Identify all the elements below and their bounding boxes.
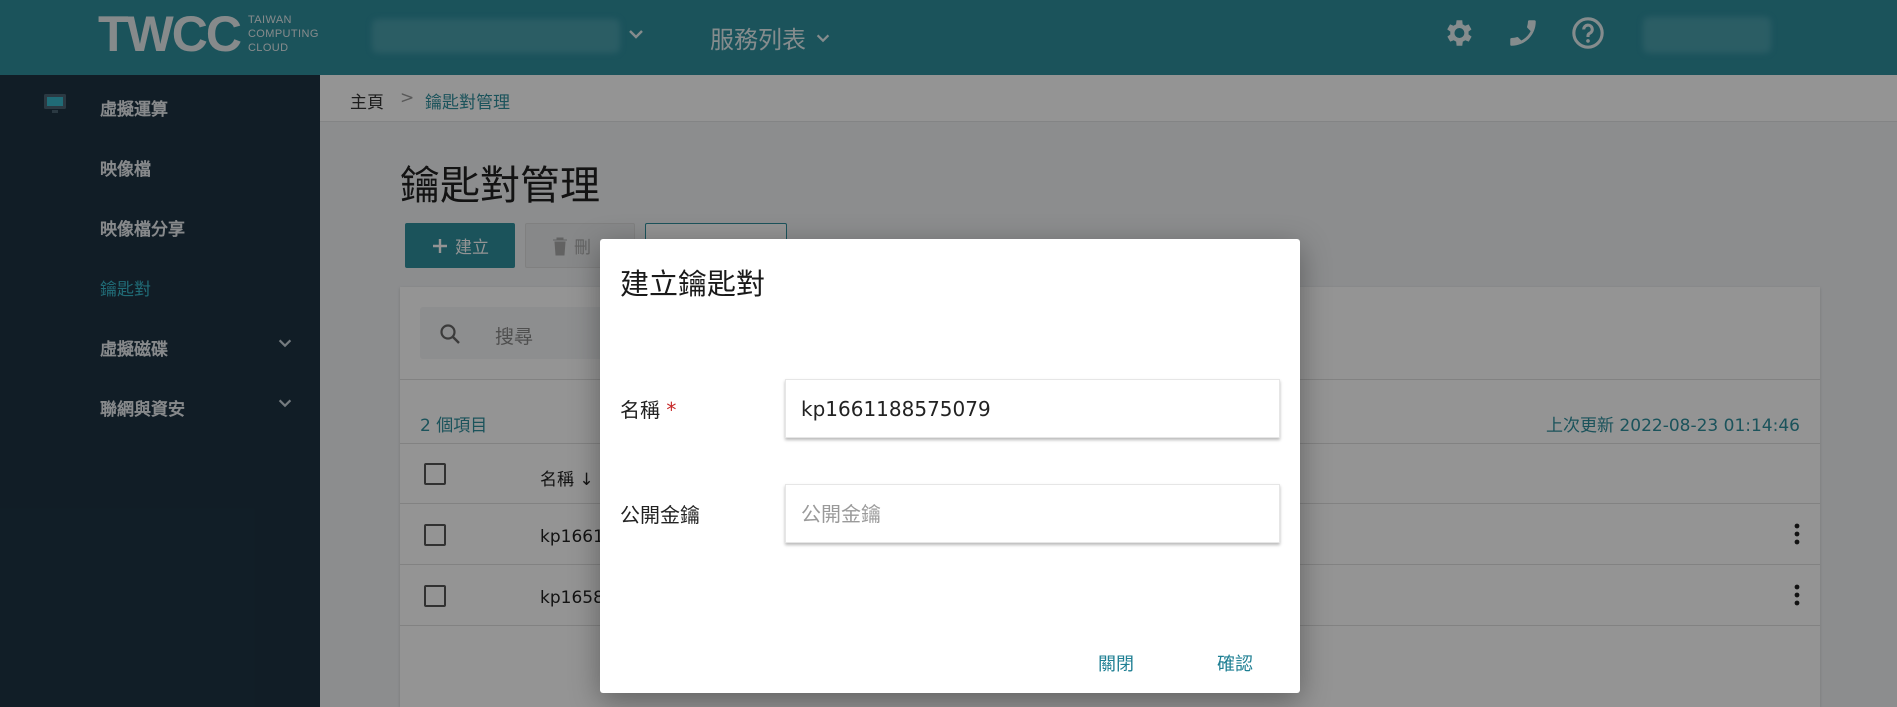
- name-label: 名稱 *: [620, 398, 677, 422]
- close-button[interactable]: 關閉: [1098, 650, 1134, 676]
- create-keypair-dialog: 建立鑰匙對 名稱 * 公開金鑰 關閉 確認: [600, 239, 1300, 693]
- public-key-input[interactable]: [785, 484, 1280, 543]
- name-input[interactable]: [785, 379, 1280, 438]
- public-key-label: 公開金鑰: [620, 503, 700, 527]
- required-marker: *: [666, 398, 677, 422]
- confirm-button[interactable]: 確認: [1217, 650, 1253, 676]
- dialog-title: 建立鑰匙對: [620, 267, 766, 301]
